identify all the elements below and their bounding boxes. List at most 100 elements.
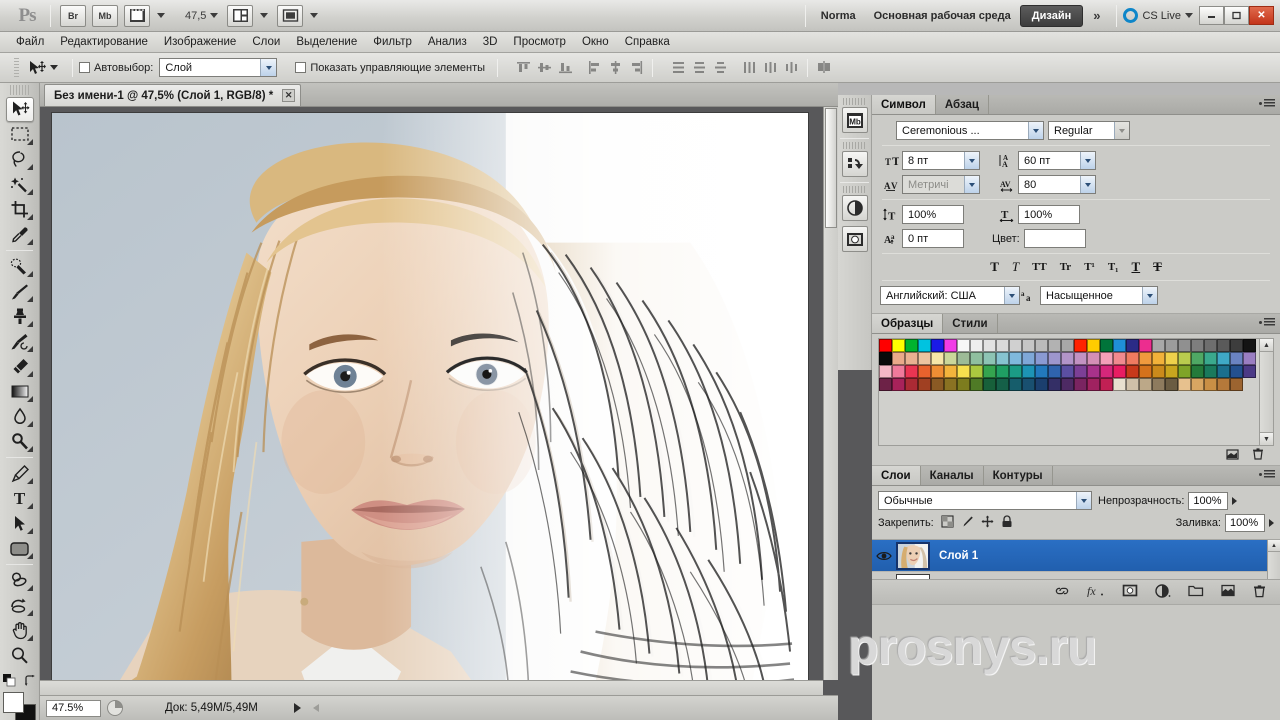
color-swatch[interactable] — [931, 339, 944, 352]
color-swatch[interactable] — [996, 365, 1009, 378]
align-bottom-edges-icon[interactable] — [556, 58, 575, 77]
status-menu-triangle-icon[interactable] — [294, 703, 301, 713]
color-swatch[interactable] — [957, 365, 970, 378]
color-swatch[interactable] — [1061, 365, 1074, 378]
lock-position-icon[interactable] — [981, 515, 994, 531]
color-swatch[interactable] — [1191, 352, 1204, 365]
swatches-grid[interactable] — [879, 339, 1273, 391]
color-swatch[interactable] — [1022, 352, 1035, 365]
color-swatch[interactable] — [1074, 339, 1087, 352]
color-swatch[interactable] — [1113, 352, 1126, 365]
color-swatch[interactable] — [944, 365, 957, 378]
swatches-scrollbar[interactable]: ▲ ▼ — [1259, 339, 1273, 445]
color-swatch[interactable] — [1230, 352, 1243, 365]
layer-mask-icon[interactable] — [1122, 584, 1138, 600]
color-swatch[interactable] — [1009, 365, 1022, 378]
color-swatch[interactable] — [1217, 352, 1230, 365]
chevron-down-icon[interactable] — [964, 176, 979, 193]
scrollbar-thumb[interactable] — [825, 108, 837, 228]
underline-button[interactable]: T — [1131, 259, 1140, 275]
rectangle-shape-tool[interactable] — [6, 536, 34, 561]
color-swatch[interactable] — [879, 365, 892, 378]
color-swatch[interactable] — [1022, 378, 1035, 391]
color-swatch[interactable] — [931, 365, 944, 378]
close-button[interactable]: ✕ — [1249, 6, 1274, 25]
screen-mode-icon[interactable] — [277, 5, 303, 27]
color-swatch[interactable] — [1230, 365, 1243, 378]
auto-select-scope-select[interactable]: Слой — [159, 58, 277, 77]
color-swatch[interactable] — [1243, 339, 1256, 352]
align-vertical-centers-icon[interactable] — [535, 58, 554, 77]
pen-tool[interactable] — [6, 461, 34, 486]
chevron-down-icon[interactable] — [1080, 176, 1095, 193]
color-swatch[interactable] — [1152, 378, 1165, 391]
show-transform-controls-checkbox[interactable] — [295, 62, 306, 73]
color-swatch[interactable] — [983, 339, 996, 352]
blur-tool[interactable] — [6, 404, 34, 429]
auto-select-checkbox[interactable] — [79, 62, 90, 73]
color-swatch[interactable] — [1087, 339, 1100, 352]
color-swatch[interactable] — [1204, 365, 1217, 378]
small-caps-button[interactable]: Tr — [1060, 261, 1071, 273]
new-group-icon[interactable] — [1188, 584, 1204, 600]
color-swatch[interactable] — [1061, 339, 1074, 352]
color-swatch[interactable] — [1230, 378, 1243, 391]
color-swatch[interactable] — [1100, 378, 1113, 391]
distribute-top-edges-icon[interactable] — [669, 58, 688, 77]
color-swatch[interactable] — [1139, 352, 1152, 365]
lock-image-pixels-icon[interactable] — [961, 515, 974, 531]
active-tool-move-icon[interactable] — [27, 59, 62, 77]
color-swatch[interactable] — [918, 378, 931, 391]
scroll-up-icon[interactable]: ▲ — [1268, 540, 1280, 552]
view-extras-icon[interactable] — [124, 5, 150, 27]
color-swatch[interactable] — [1191, 378, 1204, 391]
3d-camera-rotate-tool[interactable] — [6, 593, 34, 618]
color-swatch[interactable] — [983, 378, 996, 391]
minimize-button[interactable] — [1199, 6, 1224, 25]
color-swatch[interactable] — [1126, 365, 1139, 378]
dodge-tool[interactable] — [6, 429, 34, 454]
menu-item-image[interactable]: Изображение — [156, 34, 244, 50]
adjustments-dock-button[interactable] — [842, 195, 868, 221]
opacity-slider-arrow-icon[interactable] — [1232, 497, 1237, 505]
color-swatch[interactable] — [1204, 352, 1217, 365]
fill-slider-arrow-icon[interactable] — [1269, 519, 1274, 527]
opacity-field[interactable]: 100% — [1188, 492, 1228, 510]
color-swatch[interactable] — [918, 365, 931, 378]
chevron-down-icon[interactable] — [1076, 492, 1091, 509]
superscript-button[interactable]: T¹ — [1084, 261, 1095, 273]
menu-item-view[interactable]: Просмотр — [505, 34, 574, 50]
color-swatch[interactable] — [1243, 365, 1256, 378]
color-swatch[interactable] — [944, 352, 957, 365]
chevron-down-icon[interactable] — [1114, 122, 1129, 139]
eyedropper-tool[interactable] — [6, 222, 34, 247]
color-swatch[interactable] — [1204, 339, 1217, 352]
color-swatch[interactable] — [931, 352, 944, 365]
layer-thumbnail[interactable] — [896, 542, 930, 570]
color-swatch[interactable] — [1217, 378, 1230, 391]
lasso-tool[interactable] — [6, 147, 34, 172]
align-horizontal-centers-icon[interactable] — [606, 58, 625, 77]
color-swatch[interactable] — [1074, 352, 1087, 365]
color-swatch[interactable] — [1100, 365, 1113, 378]
tools-panel-grip[interactable] — [10, 85, 29, 95]
clone-stamp-tool[interactable] — [6, 304, 34, 329]
hand-tool[interactable] — [6, 618, 34, 643]
align-top-edges-icon[interactable] — [514, 58, 533, 77]
eraser-tool[interactable] — [6, 354, 34, 379]
color-swatch[interactable] — [1152, 352, 1165, 365]
color-swatch[interactable] — [1009, 378, 1022, 391]
zoom-chevron-down-icon[interactable] — [210, 13, 218, 18]
menu-item-help[interactable]: Справка — [617, 34, 678, 50]
kerning-field[interactable]: Метричі — [902, 175, 980, 194]
brush-tool[interactable] — [6, 279, 34, 304]
color-swatch[interactable] — [892, 378, 905, 391]
color-swatch[interactable] — [905, 352, 918, 365]
color-swatch[interactable] — [983, 365, 996, 378]
color-swatch[interactable] — [879, 339, 892, 352]
dock-grip[interactable] — [843, 98, 866, 105]
color-swatch[interactable] — [1165, 365, 1178, 378]
tab-character[interactable]: Символ — [872, 95, 936, 114]
baseline-shift-field[interactable]: 0 пт — [902, 229, 964, 248]
color-swatch[interactable] — [1178, 378, 1191, 391]
